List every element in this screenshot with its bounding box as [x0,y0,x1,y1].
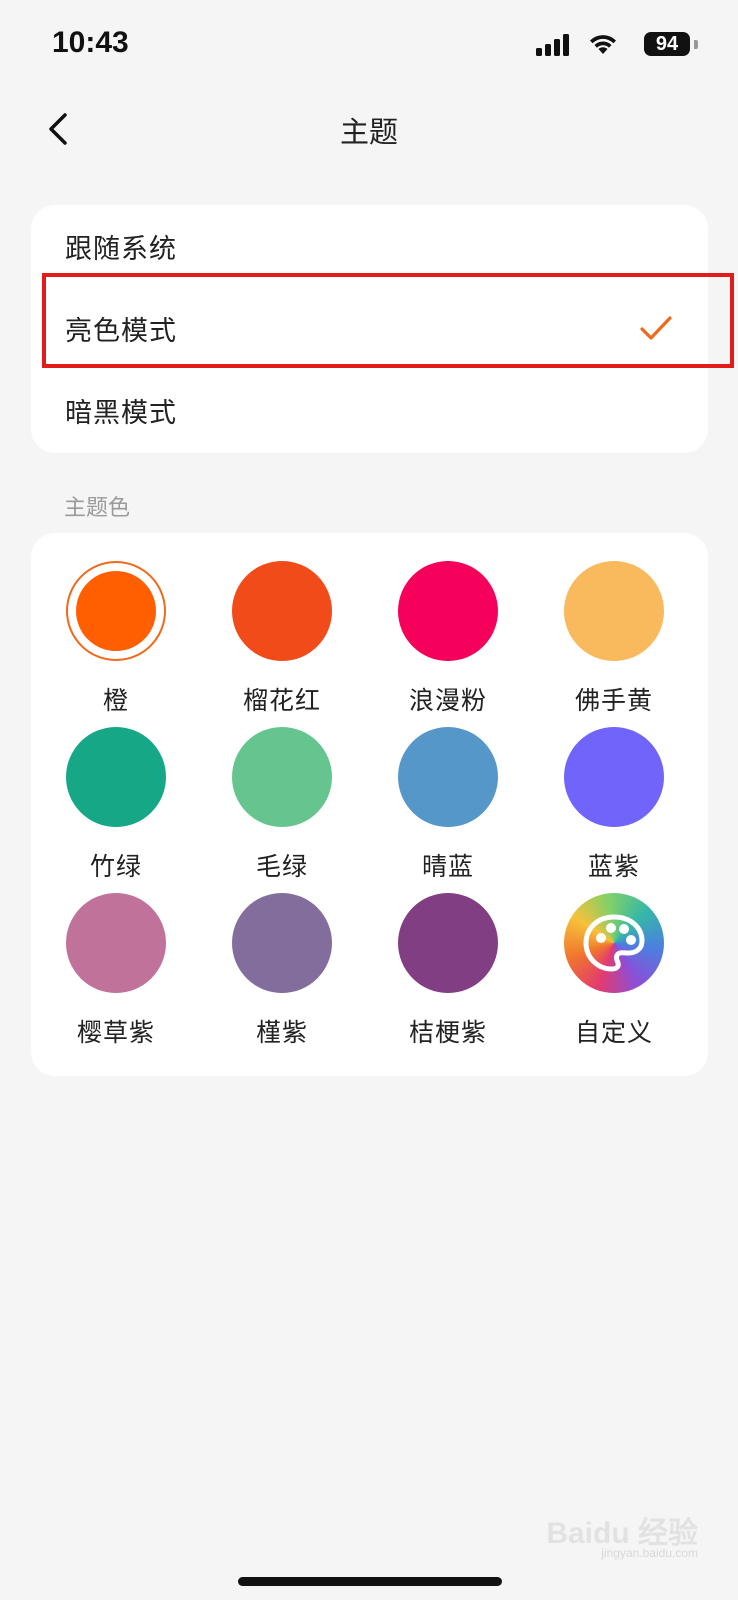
color-option-sky-blue[interactable]: 晴蓝 [363,699,533,881]
color-name: 自定义 [574,1018,653,1047]
color-option-custom[interactable]: 自定义 [529,865,699,1047]
color-option-orange[interactable]: 橙 [31,533,201,715]
color-option-hibiscus-purple[interactable]: 槿紫 [197,865,367,1047]
color-swatch [398,893,498,993]
battery-tip [694,40,698,49]
color-swatch [66,727,166,827]
mode-option-label: 亮色模式 [65,315,177,347]
mode-option-label: 暗黑模式 [65,397,177,429]
palette-icon [583,914,645,972]
color-swatch [398,727,498,827]
color-swatch [232,893,332,993]
mode-option-label: 跟随系统 [65,233,177,265]
mode-option-follow-system[interactable]: 跟随系统 [31,205,708,287]
color-swatch-selected [66,561,166,661]
color-option-bamboo-green[interactable]: 竹绿 [31,699,201,881]
status-time: 10:43 [52,26,129,59]
color-swatch [398,561,498,661]
color-option-romantic-pink[interactable]: 浪漫粉 [363,533,533,715]
color-option-pomegranate-red[interactable]: 榴花红 [197,533,367,715]
color-option-bellflower-purple[interactable]: 桔梗紫 [363,865,533,1047]
color-swatch [232,561,332,661]
section-label-theme-color: 主题色 [64,496,131,521]
status-bar: 10:43 94 [0,0,738,90]
watermark-url: jingyan.baidu.com [601,1546,698,1560]
nav-bar: 主题 [0,95,738,165]
color-name: 槿紫 [255,1018,308,1047]
color-swatch [564,727,664,827]
color-swatch [66,893,166,993]
battery-level: 94 [655,33,679,55]
color-option-citron-yellow[interactable]: 佛手黄 [529,533,699,715]
custom-color-swatch [564,893,664,993]
color-option-light-green[interactable]: 毛绿 [197,699,367,881]
color-name: 桔梗紫 [408,1018,487,1047]
color-swatch [232,727,332,827]
color-swatch-fill [76,571,156,651]
color-name: 樱草紫 [76,1018,155,1047]
cellular-signal-icon [536,34,570,56]
mode-option-light[interactable]: 亮色模式 [31,287,708,369]
mode-option-dark[interactable]: 暗黑模式 [31,369,708,451]
home-indicator[interactable] [238,1577,502,1586]
checkmark-icon [640,316,672,340]
color-option-blue-violet[interactable]: 蓝紫 [529,699,699,881]
color-swatch [564,561,664,661]
color-option-primrose-purple[interactable]: 樱草紫 [31,865,201,1047]
wifi-icon [590,35,616,54]
theme-color-card: 橙 榴花红 浪漫粉 佛手黄 竹绿 毛绿 晴蓝 蓝紫 樱草紫 槿紫 桔梗紫 自定义 [31,533,708,1076]
battery-indicator: 94 [644,32,690,56]
status-icons: 94 [498,32,698,58]
page-title: 主题 [339,115,398,149]
appearance-mode-card: 跟随系统 亮色模式 暗黑模式 [31,205,708,453]
